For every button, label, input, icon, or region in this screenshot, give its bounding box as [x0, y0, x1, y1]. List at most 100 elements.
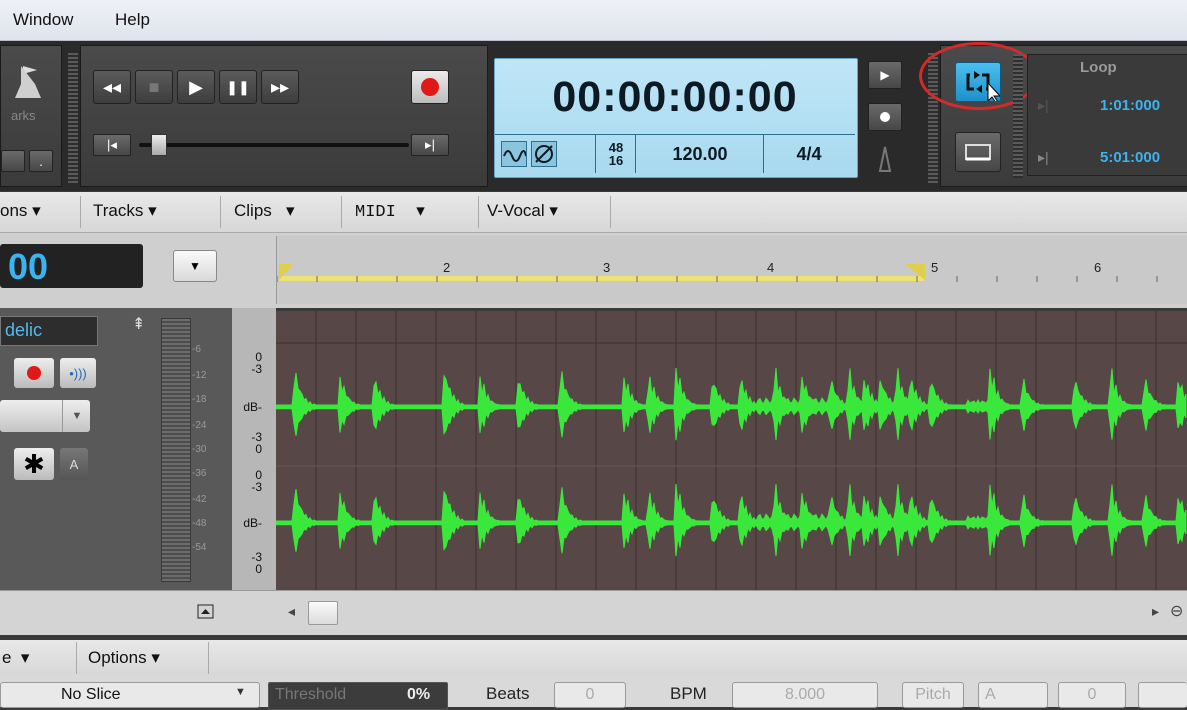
threshold-slider[interactable]: Threshold 0%	[268, 682, 448, 710]
marker-button-2[interactable]: .	[29, 150, 53, 172]
tempo-field[interactable]: 120.00	[635, 135, 764, 173]
separator	[610, 196, 611, 228]
record-icon	[27, 366, 41, 380]
control-bar: arks . ◂◂ ■ ▶ ❚❚ ▸▸ |◂ ▸| 00:00:00:00 48…	[0, 41, 1187, 191]
menu-window[interactable]: Window	[13, 10, 73, 30]
loop-grip	[1013, 54, 1023, 178]
now-time-slider-track[interactable]	[139, 143, 409, 147]
zoom-out-icon[interactable]: ⊖	[1170, 601, 1183, 621]
pitch-offset-field[interactable]: 0	[1058, 682, 1126, 708]
record-options-button[interactable]	[868, 103, 902, 131]
meter-label: -42	[192, 494, 207, 505]
menu-v-vocal[interactable]: V-Vocal ▾	[487, 201, 558, 221]
now-time[interactable]: 00:00:00:00	[495, 73, 855, 122]
slice-mode-value: No Slice	[61, 686, 121, 703]
pitch-button[interactable]: Pitch	[902, 682, 964, 708]
scroll-right-arrow[interactable]: ▸	[1152, 603, 1159, 620]
loop-title: Loop	[1080, 59, 1117, 76]
db-label: 0	[255, 442, 262, 456]
module-grip[interactable]	[68, 53, 78, 183]
record-icon	[421, 78, 439, 96]
beats-label: Beats	[486, 684, 530, 703]
metronome-mute-icon[interactable]	[531, 141, 557, 167]
threshold-value: 0%	[407, 686, 431, 703]
track-record-arm-button[interactable]	[14, 358, 54, 388]
time-display-value: 00	[8, 246, 49, 287]
bpm-label: BPM	[670, 684, 707, 703]
stop-button[interactable]: ■	[135, 70, 173, 104]
loop-end[interactable]: 5:01:000	[1100, 149, 1160, 166]
scroll-left-arrow[interactable]: ◂	[288, 603, 295, 620]
track-input-dropdown[interactable]: ▼	[0, 400, 90, 432]
loop-end-icon: ▸|	[1038, 149, 1049, 165]
play-options-button[interactable]: ▶	[868, 61, 902, 89]
menu-partial[interactable]: e ▾	[2, 648, 29, 668]
timebase-display[interactable]: 48 16	[595, 135, 636, 173]
track-name-field[interactable]: delic	[0, 316, 98, 346]
pitch-note-field[interactable]: A	[978, 682, 1048, 708]
menu-options-label: ons	[0, 201, 28, 220]
beats-field[interactable]: 0	[554, 682, 626, 708]
time-display[interactable]: 00	[0, 244, 143, 288]
menu-v-vocal-label: V-Vocal	[487, 201, 545, 220]
go-to-end-button[interactable]: ▸|	[411, 134, 449, 156]
clip-waveform[interactable]	[275, 311, 1187, 592]
markers-module: arks .	[0, 45, 62, 187]
ruler-minor-ticks	[277, 276, 1158, 282]
record-button[interactable]	[411, 70, 449, 104]
meter-label: -24	[192, 420, 207, 431]
freeze-button[interactable]: ✱	[14, 448, 54, 480]
automation-button[interactable]: A	[60, 448, 88, 480]
db-label: 0	[255, 562, 262, 576]
loop-start-icon: ▸|	[1038, 97, 1049, 113]
collapse-track-icon[interactable]: ⇞	[132, 314, 145, 334]
db-label: dB-	[243, 400, 262, 414]
menu-clips[interactable]: Clips ▾	[234, 201, 295, 221]
slice-mode-dropdown[interactable]: No Slice ▼	[0, 682, 260, 708]
menu-bottom-options[interactable]: Options ▾	[88, 648, 160, 668]
metronome-icon[interactable]	[874, 145, 896, 173]
db-label: -3	[251, 480, 262, 494]
transport-module: ◂◂ ■ ▶ ❚❚ ▸▸ |◂ ▸|	[80, 45, 488, 187]
menu-midi[interactable]: MIDI ▾	[355, 201, 425, 222]
horizontal-scroll-row: ◂ ▸ ⊖	[0, 590, 1187, 635]
now-time-slider-thumb[interactable]	[151, 134, 167, 156]
play-button[interactable]: ▶	[177, 70, 215, 104]
meter-label: -18	[192, 394, 207, 405]
waveform-toggle-icon[interactable]	[501, 141, 527, 167]
rewind-button[interactable]: ◂◂	[93, 70, 131, 104]
go-to-start-button[interactable]: |◂	[93, 134, 131, 156]
separator	[80, 196, 81, 228]
horizontal-scroll-thumb[interactable]	[308, 601, 338, 625]
db-label: -3	[251, 362, 262, 376]
extra-field[interactable]	[1138, 682, 1187, 708]
menu-tracks[interactable]: Tracks ▾	[93, 201, 157, 221]
audiosnap-toolbar: No Slice ▼ Threshold 0% Beats 0 BPM 8.00…	[0, 676, 1187, 710]
markers-label: arks	[11, 108, 36, 123]
menu-help[interactable]: Help	[115, 10, 150, 30]
separator	[220, 196, 221, 228]
pause-button[interactable]: ❚❚	[219, 70, 257, 104]
track-dropdown-button[interactable]: ▼	[173, 250, 217, 282]
menu-clips-label: Clips	[234, 201, 272, 220]
fast-forward-button[interactable]: ▸▸	[261, 70, 299, 104]
input-echo-button[interactable]: •)))	[60, 358, 96, 388]
menu-tracks-label: Tracks	[93, 201, 144, 220]
marker-button-1[interactable]	[1, 150, 25, 172]
menu-partial-label: e	[2, 648, 12, 667]
meter-field[interactable]: 4/4	[763, 135, 854, 173]
timeline-ruler[interactable]: 2 3 4 5 6	[276, 236, 1187, 304]
meter-label: -12	[192, 370, 207, 381]
expand-panel-icon[interactable]	[196, 603, 216, 621]
loop-to-selection-button[interactable]	[955, 132, 1001, 172]
menu-midi-label: MIDI	[355, 203, 396, 222]
dropdown-arrow-icon: ▼	[62, 400, 91, 432]
track-view-menu-bar: ons ▾ Tracks ▾ Clips ▾ MIDI ▾ V-Vocal ▾	[0, 192, 1187, 233]
bpm-field[interactable]: 8.000	[732, 682, 878, 708]
marker-flag-icon[interactable]	[15, 64, 41, 100]
menu-options[interactable]: ons ▾	[0, 201, 41, 221]
track-meter	[161, 318, 191, 582]
loop-start[interactable]: 1:01:000	[1100, 97, 1160, 114]
dropdown-arrow-icon: ▼	[235, 686, 246, 698]
menu-bottom-options-label: Options	[88, 648, 147, 667]
